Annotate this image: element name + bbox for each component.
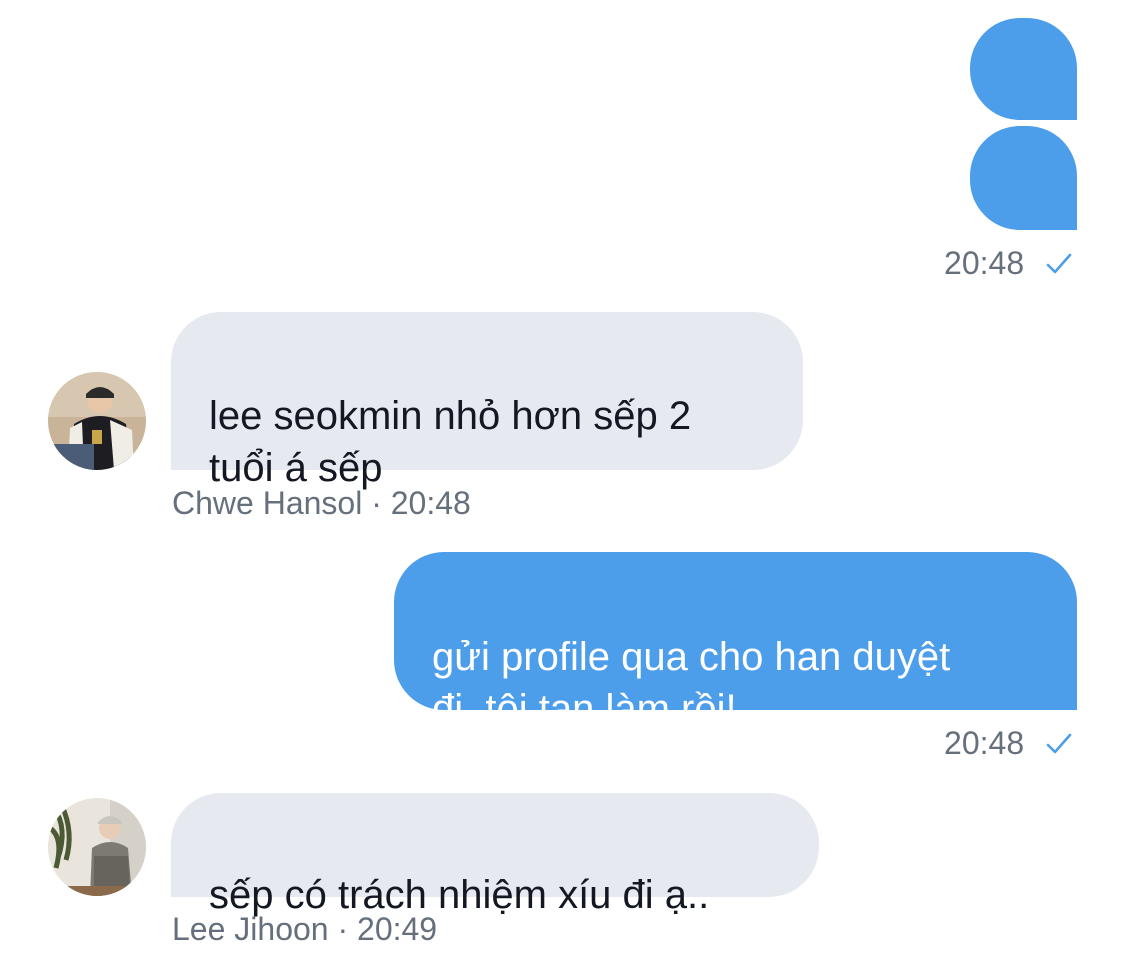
meta-separator: ·	[362, 485, 391, 521]
message-timestamp: 20:48	[944, 725, 1073, 764]
outgoing-message-bubble[interactable]: gửi profile qua cho han duyệt đi, tôi ta…	[394, 552, 1077, 731]
message-meta: Lee Jihoon · 20:49	[172, 911, 437, 948]
check-icon	[1045, 727, 1073, 764]
time-label: 20:48	[390, 485, 471, 521]
meta-separator: ·	[328, 911, 358, 947]
sender-name: Chwe Hansol	[172, 485, 363, 521]
outgoing-message-bubble[interactable]: ...	[970, 18, 1077, 193]
time-label: 20:48	[944, 245, 1025, 281]
outgoing-message-bubble[interactable]: ai	[970, 126, 1077, 304]
incoming-message-bubble[interactable]: lee seokmin nhỏ hơn sếp 2 tuổi á sếp	[171, 312, 803, 490]
time-label: 20:49	[357, 911, 438, 947]
message-text: lee seokmin nhỏ hơn sếp 2 tuổi á sếp	[209, 394, 692, 490]
message-timestamp: 20:48	[944, 245, 1073, 284]
avatar[interactable]	[48, 372, 146, 470]
time-label: 20:48	[944, 725, 1025, 761]
incoming-message-bubble[interactable]: sếp có trách nhiệm xíu đi ạ..	[171, 793, 819, 917]
sender-name: Lee Jihoon	[172, 911, 329, 947]
avatar[interactable]	[48, 798, 146, 896]
message-text: gửi profile qua cho han duyệt đi, tôi ta…	[432, 635, 951, 731]
check-icon	[1045, 247, 1073, 284]
message-meta: Chwe Hansol · 20:48	[172, 485, 471, 522]
